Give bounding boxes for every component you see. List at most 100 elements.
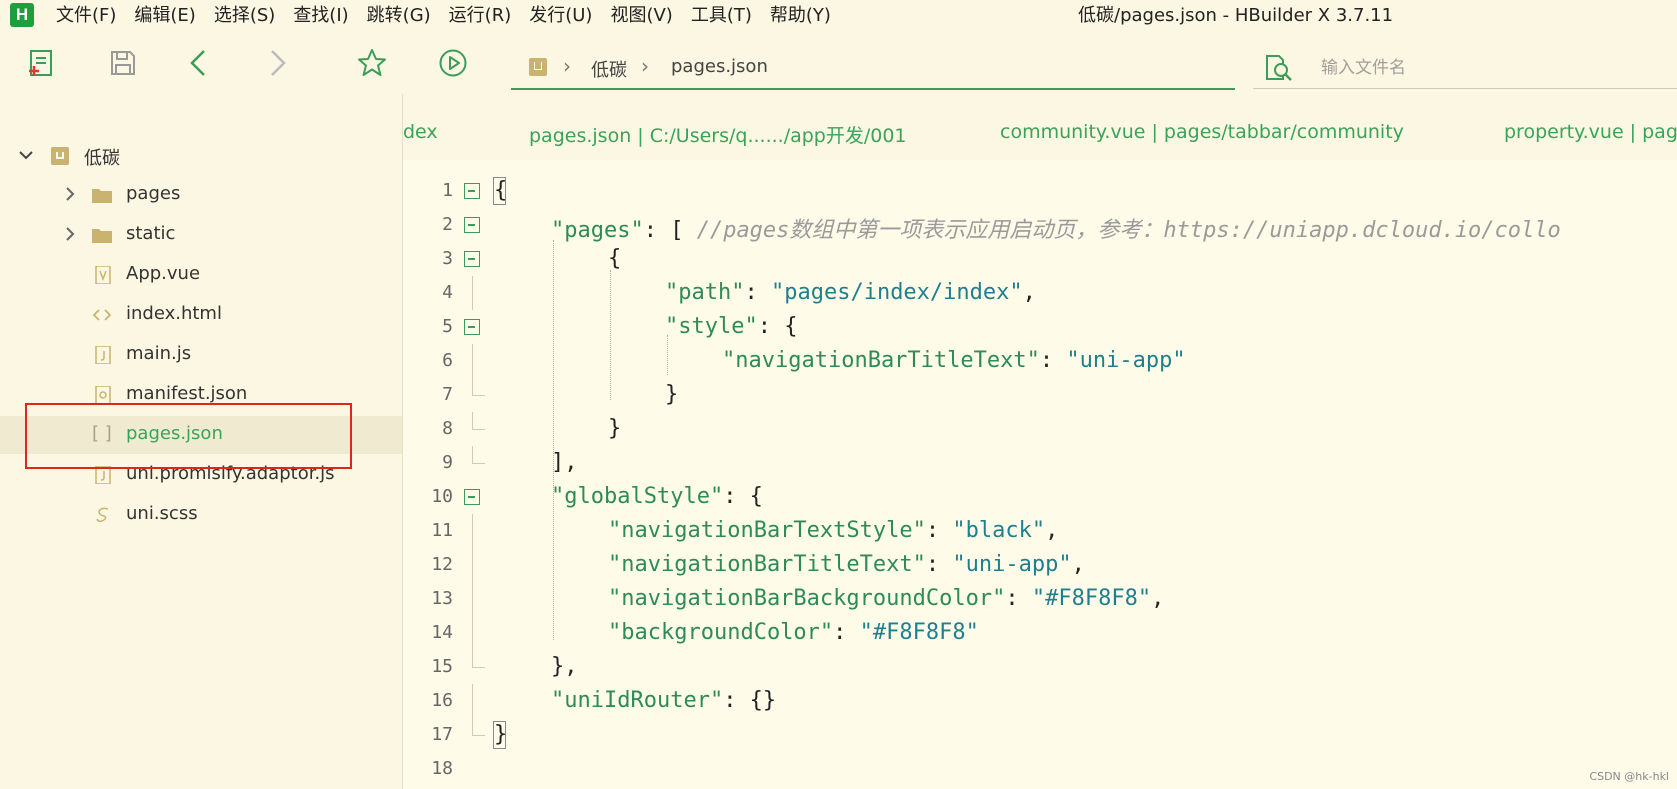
code-line-8: 8 } bbox=[403, 412, 1677, 446]
code-line-3: 3 { bbox=[403, 242, 1677, 276]
line-number: 10 bbox=[431, 486, 453, 507]
code-line-10: 10 "globalStyle": { bbox=[403, 480, 1677, 514]
new-file-icon bbox=[29, 50, 52, 76]
tree-item-pages[interactable]: pages bbox=[0, 176, 402, 214]
chevron-right-icon[interactable] bbox=[62, 186, 78, 202]
menu-find[interactable]: 查找(I) bbox=[293, 4, 348, 28]
code-text: "style": { bbox=[665, 314, 798, 339]
tab-index[interactable]: dex bbox=[403, 121, 438, 143]
fold-toggle-icon[interactable] bbox=[464, 217, 480, 233]
tree-item-uni-scss[interactable]: uni.scss bbox=[0, 496, 402, 534]
menu-file[interactable]: 文件(F) bbox=[56, 4, 116, 28]
fold-end bbox=[472, 446, 485, 464]
code-text: }, bbox=[551, 654, 578, 679]
code-text: } bbox=[665, 382, 679, 407]
tree-label: static bbox=[126, 223, 176, 244]
code-text: "uniIdRouter": {} bbox=[551, 688, 777, 713]
tree-item-index-html[interactable]: index.html bbox=[0, 296, 402, 334]
tree-item-static[interactable]: static bbox=[0, 216, 402, 254]
code-line-13: 13 "navigationBarBackgroundColor": "#F8F… bbox=[403, 582, 1677, 616]
fold-end bbox=[472, 718, 485, 736]
code-line-18: 18 bbox=[403, 752, 1677, 786]
run-icon bbox=[439, 49, 467, 77]
save-button[interactable] bbox=[106, 46, 140, 80]
forward-icon bbox=[271, 50, 286, 76]
folder-icon bbox=[92, 229, 112, 243]
search-file-icon bbox=[1266, 55, 1292, 81]
breadcrumb-file[interactable]: pages.json bbox=[671, 56, 768, 77]
file-search bbox=[1253, 48, 1677, 89]
fold-line bbox=[472, 616, 473, 650]
fold-toggle-icon[interactable] bbox=[464, 319, 480, 335]
tab-community-vue[interactable]: community.vue | pages/tabbar/community bbox=[1000, 121, 1404, 143]
chevron-down-icon[interactable] bbox=[18, 147, 34, 163]
fold-toggle-icon[interactable] bbox=[464, 251, 480, 267]
code-line-7: 7 } bbox=[403, 378, 1677, 412]
fold-line bbox=[472, 684, 473, 718]
toolbar: › 低碳 › pages.json bbox=[0, 32, 1677, 94]
tree-label: 低碳 bbox=[84, 148, 120, 169]
menu-publish[interactable]: 发行(U) bbox=[529, 4, 592, 28]
line-number: 3 bbox=[442, 248, 453, 269]
window-title: 低碳/pages.json - HBuilder X 3.7.11 bbox=[1078, 5, 1394, 26]
code-text: "path": "pages/index/index", bbox=[665, 280, 1036, 305]
run-button[interactable] bbox=[436, 46, 470, 80]
line-number: 15 bbox=[431, 656, 453, 677]
line-number: 17 bbox=[431, 724, 453, 745]
tab-property-vue[interactable]: property.vue | pag bbox=[1504, 121, 1677, 143]
new-file-button[interactable] bbox=[24, 46, 58, 80]
json-value: "pages/index/index" bbox=[770, 280, 1023, 305]
chevron-right-icon: › bbox=[641, 54, 649, 78]
favorite-icon bbox=[358, 49, 386, 76]
code-line-1: 1 { bbox=[403, 174, 1677, 208]
tree-item-main-js[interactable]: main.js bbox=[0, 336, 402, 374]
js-file-icon bbox=[95, 346, 111, 364]
menu-edit[interactable]: 编辑(E) bbox=[134, 4, 195, 28]
json-value: "uni-app" bbox=[1066, 348, 1186, 373]
fold-end bbox=[472, 650, 485, 668]
code-line-2: 2 "pages": [ //pages数组中第一项表示应用启动页，参考：htt… bbox=[403, 208, 1677, 243]
json-key: "globalStyle" bbox=[551, 484, 724, 509]
back-button[interactable] bbox=[182, 46, 216, 80]
json-value: "uni-app" bbox=[952, 552, 1072, 577]
code-editor[interactable]: 1 { 2 "pages": [ //pages数组中第一项表示应用启动页，参考… bbox=[403, 160, 1677, 789]
project-icon bbox=[51, 147, 69, 165]
json-value: "black" bbox=[952, 518, 1046, 543]
breadcrumb-project[interactable]: 低碳 bbox=[591, 56, 627, 82]
favorite-button[interactable] bbox=[355, 46, 389, 80]
menu-items: 文件(F) 编辑(E) 选择(S) 查找(I) 跳转(G) 运行(R) 发行(U… bbox=[56, 4, 849, 28]
code-text: "globalStyle": { bbox=[551, 484, 763, 509]
fold-end bbox=[472, 378, 485, 396]
menu-tools[interactable]: 工具(T) bbox=[691, 4, 752, 28]
tab-strip: dex pages.json | C:/Users/q....../app开发/… bbox=[403, 94, 1677, 160]
menu-select[interactable]: 选择(S) bbox=[214, 4, 275, 28]
code-text: "pages": [ //pages数组中第一项表示应用启动页，参考：https… bbox=[551, 218, 1561, 243]
json-key: "uniIdRouter" bbox=[551, 688, 724, 713]
json-key: "navigationBarTitleText" bbox=[608, 552, 926, 577]
fold-line bbox=[472, 548, 473, 582]
code-text: "navigationBarBackgroundColor": "#F8F8F8… bbox=[608, 586, 1165, 611]
forward-button[interactable] bbox=[260, 46, 294, 80]
code-text: ], bbox=[551, 450, 578, 475]
tree-project-root[interactable]: 低碳 bbox=[0, 137, 402, 175]
line-number: 11 bbox=[431, 520, 453, 541]
code-text: { bbox=[494, 178, 508, 203]
tree-label: main.js bbox=[126, 343, 192, 364]
code-text: "navigationBarTitleText": "uni-app", bbox=[608, 552, 1085, 577]
line-number: 4 bbox=[442, 282, 453, 303]
tree-item-app-vue[interactable]: App.vue bbox=[0, 256, 402, 294]
tree-label: index.html bbox=[126, 303, 222, 324]
save-icon bbox=[111, 51, 135, 75]
menu-view[interactable]: 视图(V) bbox=[610, 4, 672, 28]
html-file-icon bbox=[92, 309, 112, 321]
fold-toggle-icon[interactable] bbox=[464, 183, 480, 199]
menu-run[interactable]: 运行(R) bbox=[449, 4, 512, 28]
menu-help[interactable]: 帮助(Y) bbox=[770, 4, 831, 28]
tab-pages-json[interactable]: pages.json | C:/Users/q....../app开发/001 bbox=[529, 121, 907, 148]
folder-icon bbox=[92, 189, 112, 203]
file-search-input[interactable] bbox=[1319, 54, 1623, 82]
fold-toggle-icon[interactable] bbox=[464, 489, 480, 505]
code-line-11: 11 "navigationBarTextStyle": "black", bbox=[403, 514, 1677, 548]
chevron-right-icon[interactable] bbox=[62, 226, 78, 242]
menu-goto[interactable]: 跳转(G) bbox=[367, 4, 431, 28]
